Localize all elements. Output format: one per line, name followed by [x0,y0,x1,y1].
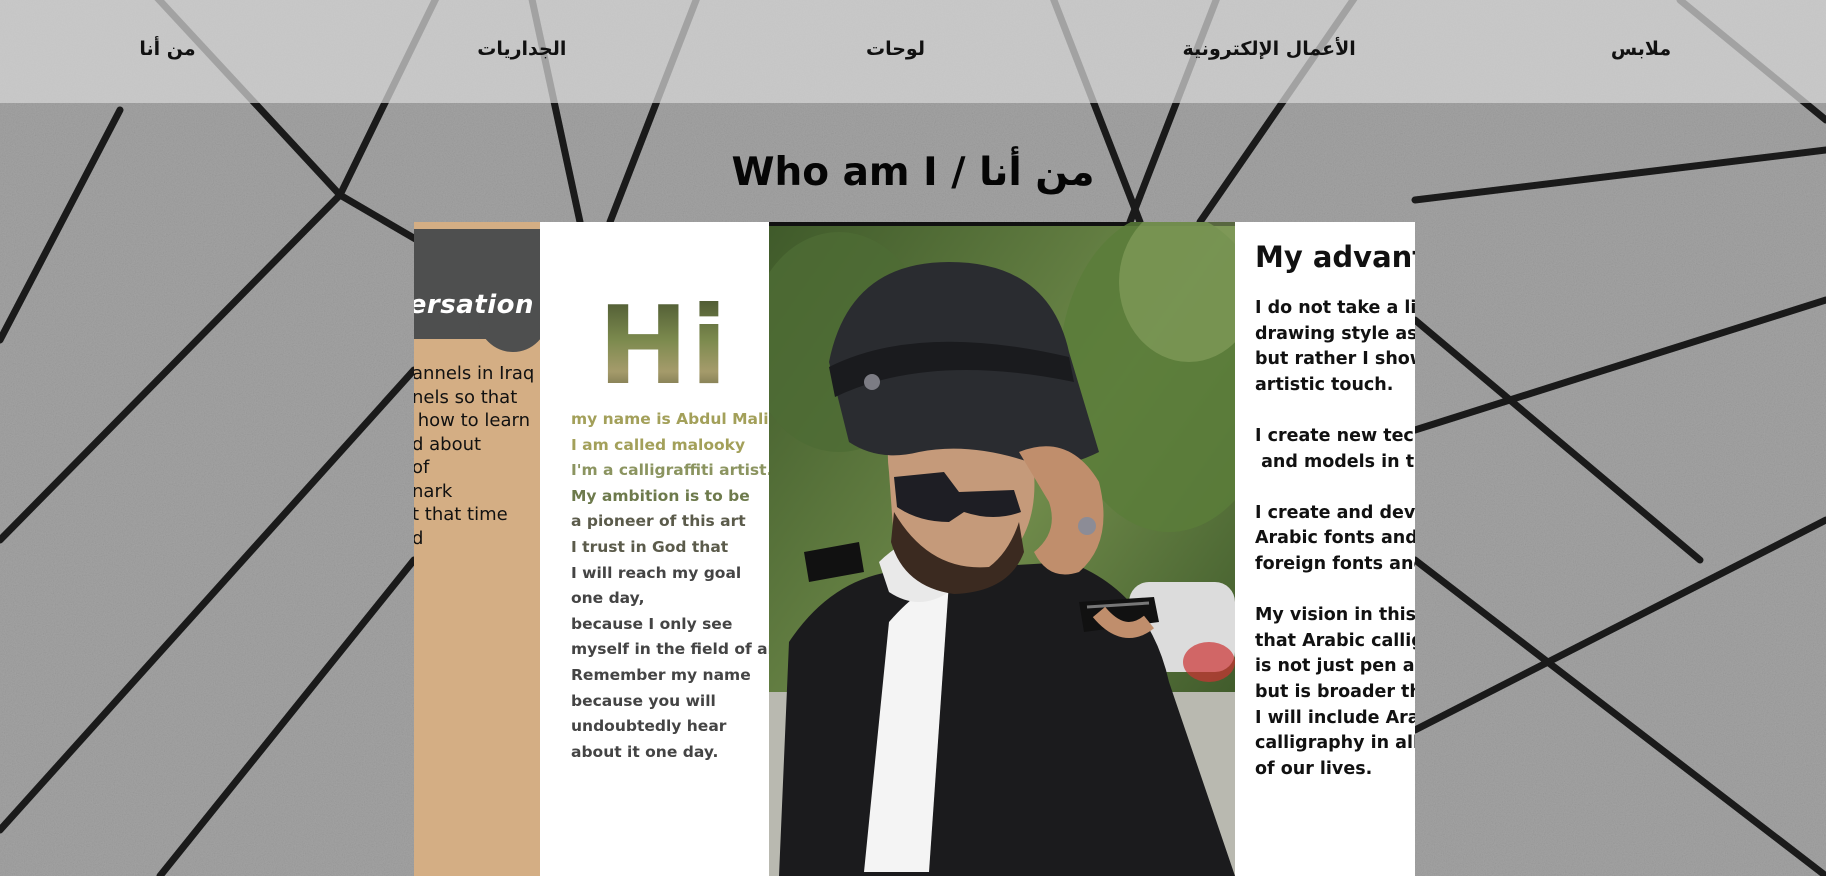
text-line: about it one day. [571,742,719,761]
text-line: undoubtedly hear [571,717,727,736]
text-line: t that time [414,504,508,525]
portrait-photo[interactable] [769,222,1235,876]
text-line: I'm a calligraffiti artist. [571,461,769,480]
nav-item-electronic-works[interactable]: الأعمال الإلكترونية [1082,38,1456,60]
text-line: annels in Iraq [414,363,535,384]
text-line: I will reach my goal [571,563,742,582]
text-line: I trust in God that [571,537,729,556]
top-navigation: ملابس الأعمال الإلكترونية لوحات الجداريا… [0,0,1826,103]
nav-item-about-me[interactable]: من أنا [0,38,335,60]
conversation-card[interactable]: ersation annels in Iraq nels so that how… [414,222,540,876]
text-line [1255,475,1415,501]
text-line: I do not take a line [1255,298,1415,318]
text-line: one day, [571,589,645,608]
text-line: d [414,527,424,549]
text-line: of our lives. [1255,758,1373,779]
text-line: My vision in this a [1255,605,1415,626]
text-line: calligraphy in all [1255,733,1415,754]
text-line: myself in the field of art. [571,640,769,659]
text-line: I will include Arab [1255,707,1415,728]
text-line: d about [414,433,482,455]
text-line: my name is Abdul Malik [571,410,769,428]
advantages-title: My advanta [1255,240,1415,274]
text-line: Arabic fonts and p [1255,528,1415,549]
portrait-image [769,222,1235,876]
text-line: is not just pen and [1255,656,1415,677]
text-line: a pioneer of this art [571,512,746,531]
text-line: I am called malooky [571,435,746,454]
text-line: nark [414,480,453,502]
text-line: drawing style as i [1255,323,1415,344]
text-line: I create and deve [1255,502,1415,523]
text-line: because you will [571,691,716,710]
conversation-card-title: ersation [414,290,534,320]
nav-item-clothes[interactable]: ملابس [1456,38,1826,60]
text-line: of [414,457,430,478]
text-line: I create new tech [1255,425,1415,446]
text-line: artistic touch. [1255,374,1394,395]
advantages-card[interactable]: My advanta I do not take a line drawing … [1235,222,1415,876]
hi-title: Hi [598,284,730,409]
text-line: that Arabic callig [1255,630,1415,651]
text-line: nels so that [414,386,518,408]
text-line: and models in thi [1255,451,1415,472]
text-line: foreign fonts and [1255,553,1415,574]
text-line [1255,578,1415,604]
nav-item-paintings[interactable]: لوحات [709,38,1083,60]
text-line: but is broader tha [1255,681,1415,702]
text-line: but rather I show [1255,349,1415,370]
text-line: My ambition is to be [571,486,750,505]
text-line: because I only see [571,614,733,633]
text-line [1255,398,1415,424]
nav-item-murals[interactable]: الجداريات [335,38,709,60]
about-gallery[interactable]: ersation annels in Iraq nels so that how… [414,222,1415,876]
advantages-text: I do not take a line drawing style as i … [1255,296,1415,782]
text-line: how to learn [414,410,530,431]
hi-card-text: my name is Abdul Malik I am called maloo… [571,407,769,765]
hi-card[interactable]: Hi my name is Abdul Malik I am called ma… [540,222,769,876]
text-line: Remember my name [571,665,751,684]
page-title: Who am I / من أنا [731,150,1095,195]
conversation-card-text: annels in Iraq nels so that how to learn… [414,362,540,550]
